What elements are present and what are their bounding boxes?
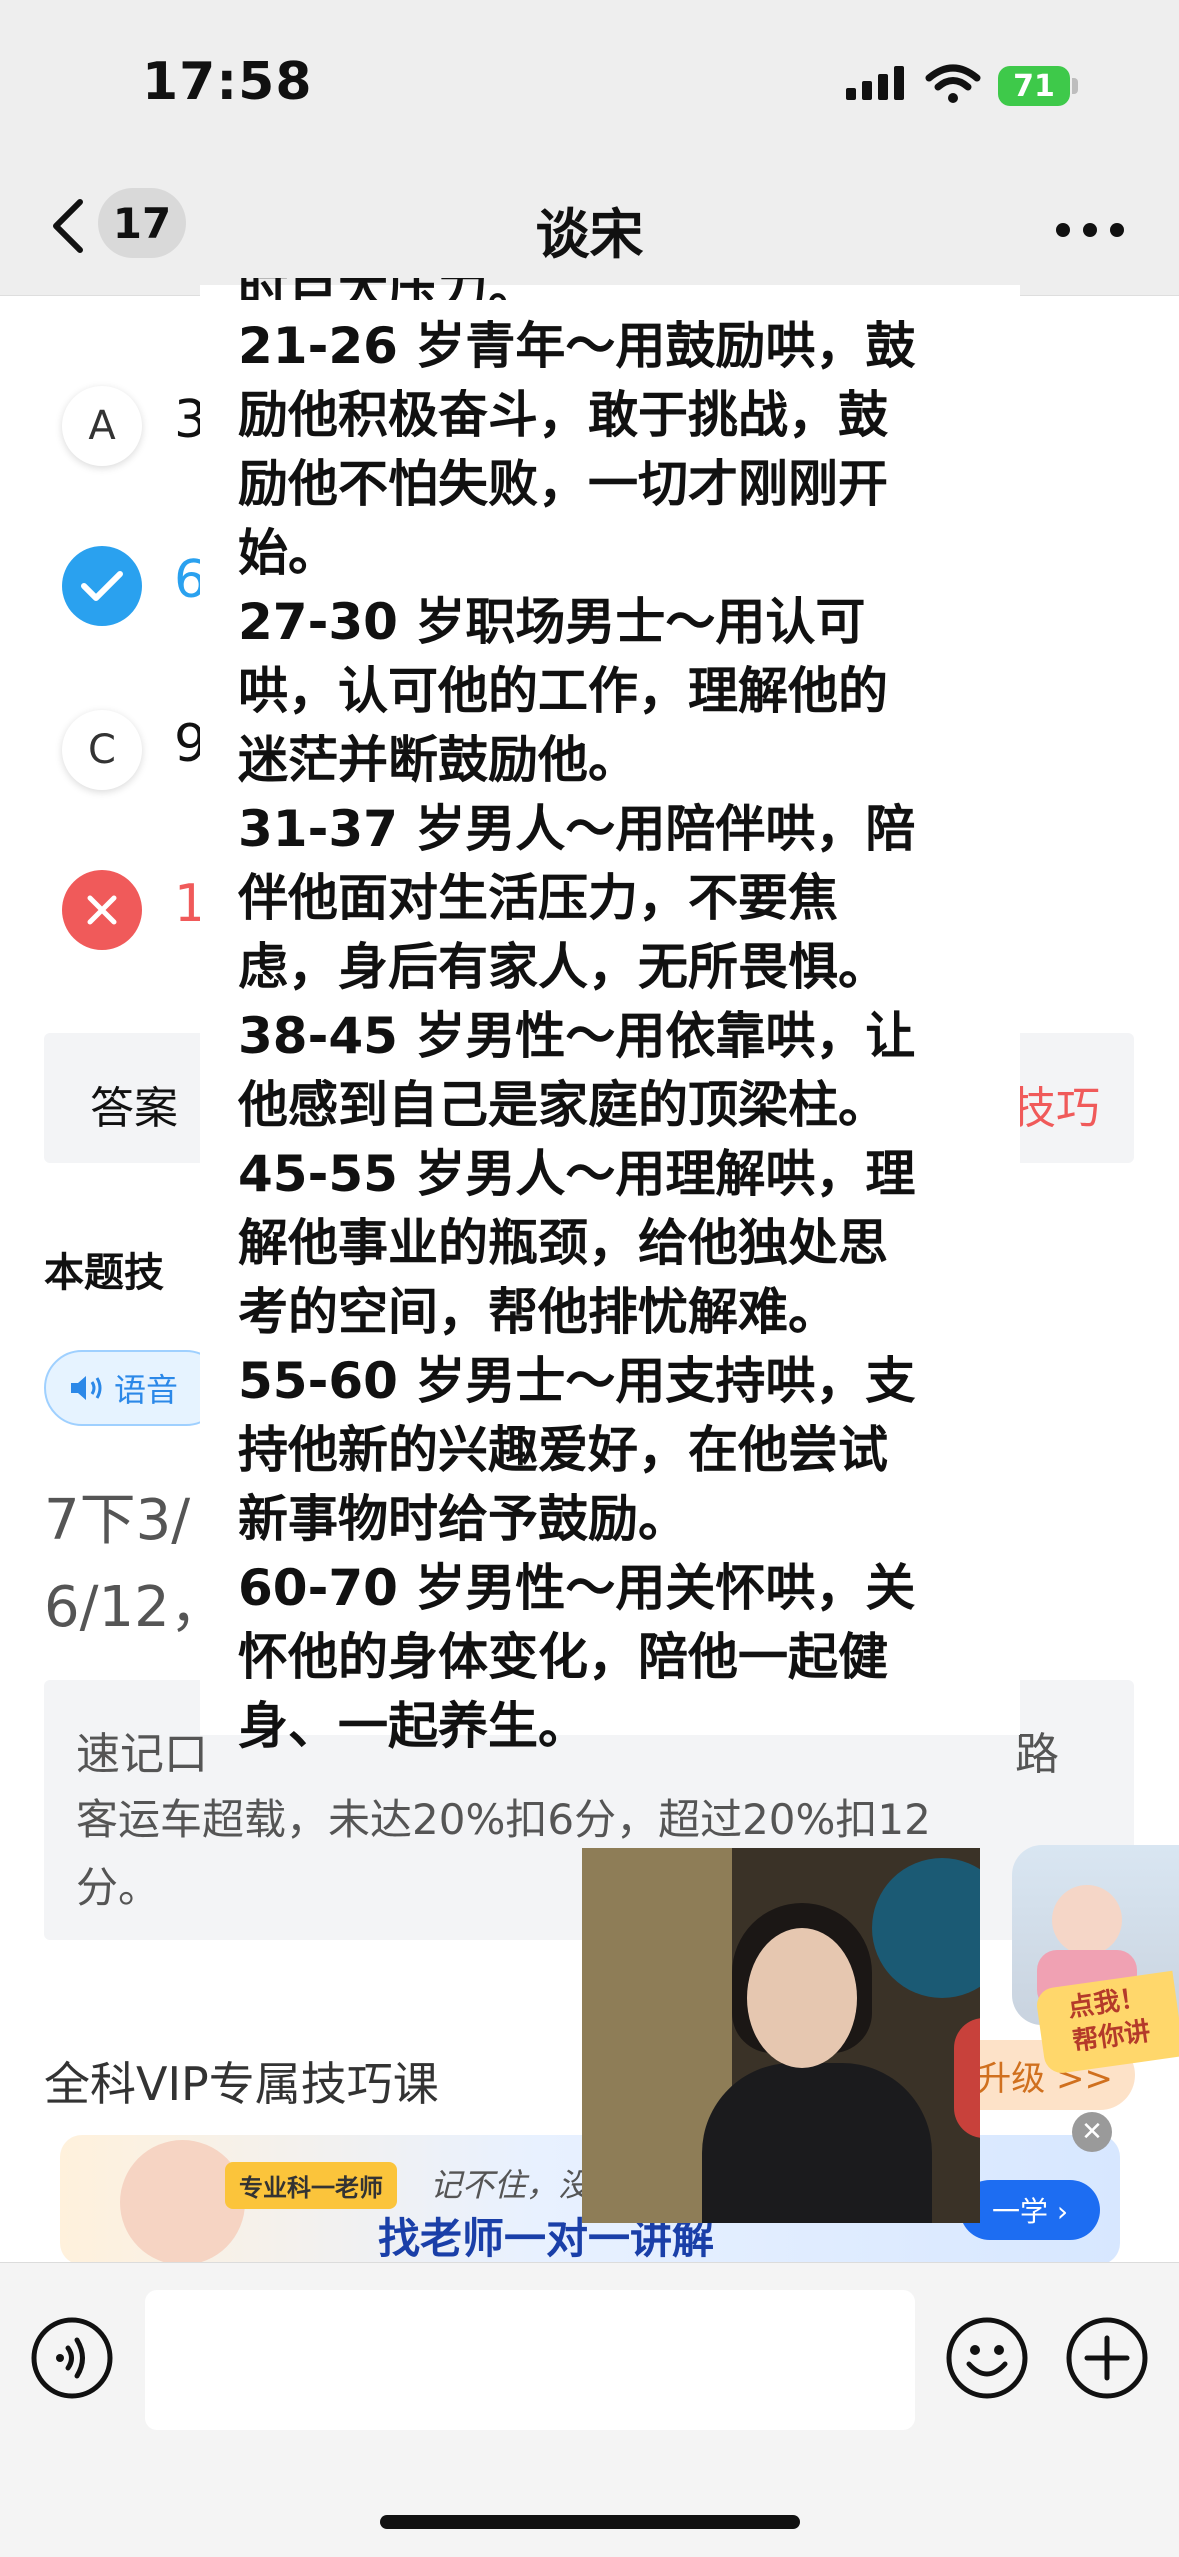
voice-input-icon[interactable] bbox=[30, 2316, 114, 2400]
overlay-line: 哄，认可他的工作，理解他的 bbox=[238, 662, 888, 720]
overlay-line: 持他新的兴趣爱好，在他尝试 bbox=[238, 1421, 888, 1479]
cross-icon bbox=[87, 895, 117, 925]
option-d-wrong-marker[interactable] bbox=[62, 870, 142, 950]
overlay-line: 新事物时给予鼓励。 bbox=[238, 1490, 688, 1548]
tip-line-2: 客运车超载，未达20%扣6分，超过20%扣12 bbox=[76, 1795, 931, 1844]
overlay-line: 励他不怕失败，一切才刚刚开 bbox=[238, 455, 888, 513]
cellular-signal-icon bbox=[846, 66, 904, 100]
voice-explain-label: 语音 bbox=[114, 1371, 179, 1409]
video-person-face bbox=[747, 1928, 857, 2068]
overlay-line: 励他积极奋斗，敢于挑战，鼓 bbox=[238, 386, 888, 444]
chat-title: 谈宋 bbox=[535, 203, 644, 266]
emoji-icon[interactable] bbox=[945, 2316, 1029, 2400]
tip-line-1-start: 速记口 bbox=[76, 1729, 208, 1780]
plus-icon[interactable] bbox=[1065, 2316, 1149, 2400]
home-indicator bbox=[380, 2515, 800, 2529]
overlay-line: 身、一起养生。 bbox=[238, 1697, 588, 1755]
banner-subtitle: 记不住，没 bbox=[430, 2166, 591, 2204]
battery-indicator: 71 bbox=[998, 66, 1070, 106]
vip-course-title: 全科VIP专属技巧课 bbox=[44, 2057, 439, 2111]
video-person-body bbox=[702, 2063, 932, 2223]
overlay-line: 怀他的身体变化，陪他一起健 bbox=[238, 1628, 888, 1686]
option-c-marker[interactable]: C bbox=[62, 710, 142, 790]
wifi-icon bbox=[925, 64, 981, 103]
overlay-line: 始。 bbox=[238, 524, 338, 582]
overlay-line: 27-30 岁职场男士～用认可 bbox=[238, 593, 866, 651]
memo-line-2: 6/12， bbox=[44, 1575, 226, 1640]
overlay-line: 虑，身后有家人，无所畏惧。 bbox=[238, 938, 888, 996]
speaker-icon bbox=[71, 1376, 102, 1400]
option-b-correct-marker[interactable] bbox=[62, 546, 142, 626]
overlay-line: 他感到自己是家庭的顶梁柱。 bbox=[238, 1076, 888, 1134]
overlay-line: 45-55 岁男人～用理解哄，理 bbox=[238, 1145, 916, 1203]
close-video-icon[interactable]: ✕ bbox=[1072, 2112, 1112, 2152]
helper-tag[interactable]: 点我！ 帮你讲 bbox=[1034, 1970, 1179, 2076]
skill-heading: 本题技 bbox=[44, 1250, 164, 1296]
overlay-line: 55-60 岁男士～用支持哄，支 bbox=[238, 1352, 916, 1410]
overlay-line: 解他事业的瓶颈，给他独处思 bbox=[238, 1214, 888, 1272]
battery-tip bbox=[1072, 78, 1078, 94]
video-background-red bbox=[954, 2018, 980, 2138]
memo-line-1: 7下3/ bbox=[44, 1488, 191, 1553]
overlay-line: 伴他面对生活压力，不要焦 bbox=[238, 869, 838, 927]
teacher-tag: 专业科一老师 bbox=[225, 2162, 397, 2209]
helper-face bbox=[1052, 1885, 1122, 1955]
more-options-icon[interactable] bbox=[1055, 222, 1125, 238]
floating-video-player[interactable] bbox=[582, 1848, 980, 2223]
overlay-line: 考的空间，帮他排忧解难。 bbox=[238, 1283, 838, 1341]
overlay-line: 31-37 岁男人～用陪伴哄，陪 bbox=[238, 800, 916, 858]
answer-label: 答案 bbox=[90, 1083, 178, 1134]
overlay-line: 60-70 岁男性～用关怀哄，关 bbox=[238, 1559, 916, 1617]
skill-link[interactable]: 技巧 bbox=[1012, 1072, 1100, 1136]
voice-explain-button[interactable]: 语音 bbox=[44, 1350, 224, 1426]
checkmark-icon bbox=[81, 571, 123, 601]
overlay-line: 迷茫并断鼓励他。 bbox=[238, 731, 638, 789]
option-a-marker[interactable]: A bbox=[62, 386, 142, 466]
overlay-text-body: 21-26 岁青年～用鼓励哄，鼓 励他积极奋斗，敢于挑战，鼓 励他不怕失败，一切… bbox=[238, 312, 998, 1761]
overlay-line: 21-26 岁青年～用鼓励哄，鼓 bbox=[238, 317, 916, 375]
status-time: 17:58 bbox=[142, 52, 313, 112]
video-background-disc bbox=[872, 1858, 980, 1998]
tip-line-3: 分。 bbox=[76, 1863, 161, 1912]
tip-line-1-end: 路 bbox=[1015, 1729, 1059, 1780]
overlay-cut-line: 时巨大压力。 bbox=[238, 278, 538, 300]
banner-cta-button[interactable]: 一学 › bbox=[960, 2180, 1100, 2240]
overlay-line: 38-45 岁男性～用依靠哄，让 bbox=[238, 1007, 916, 1065]
message-input-field[interactable] bbox=[145, 2290, 915, 2430]
